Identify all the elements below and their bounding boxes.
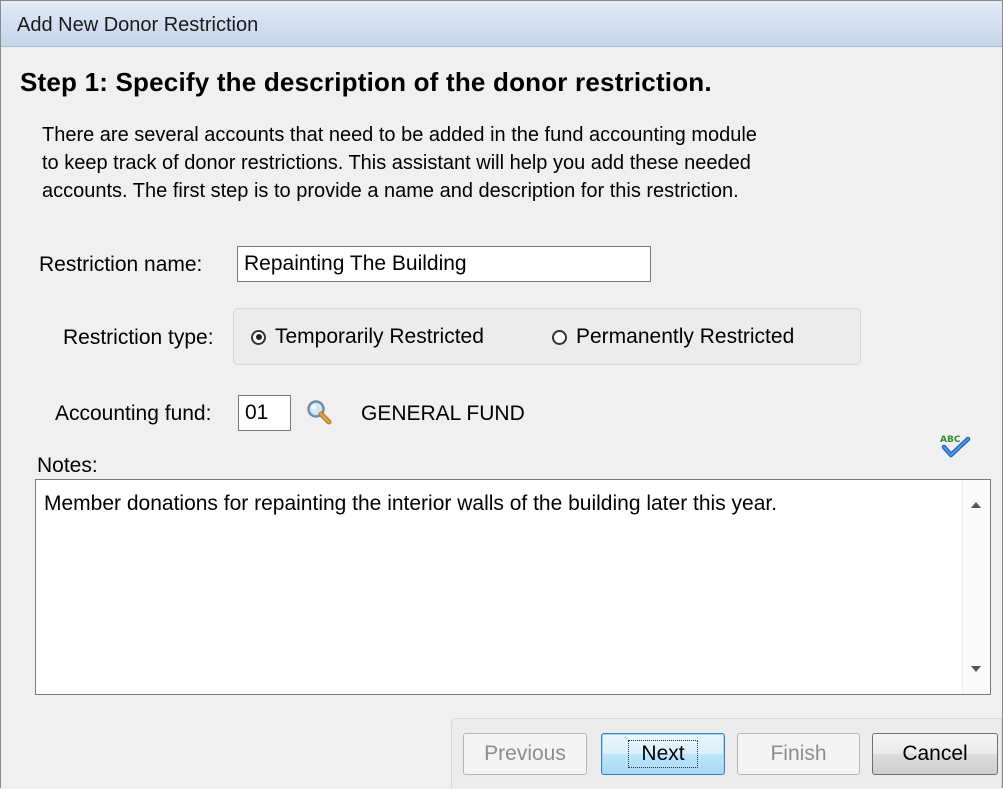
notes-scrollbar[interactable] bbox=[962, 480, 990, 694]
accounting-fund-input[interactable] bbox=[238, 395, 291, 431]
restriction-type-group: Temporarily Restricted Permanently Restr… bbox=[233, 308, 861, 365]
restriction-name-label: Restriction name: bbox=[39, 253, 203, 276]
radio-unselected-icon bbox=[552, 329, 567, 345]
intro-line: to keep track of donor restrictions. Thi… bbox=[42, 152, 751, 174]
next-button-label: Next bbox=[628, 740, 698, 768]
notes-text: Member donations for repainting the inte… bbox=[44, 492, 778, 515]
radio-label: Temporarily Restricted bbox=[275, 325, 484, 348]
magnifier-icon[interactable] bbox=[305, 398, 333, 426]
scroll-up-arrow-icon[interactable] bbox=[971, 502, 981, 508]
intro-line: There are several accounts that need to … bbox=[42, 124, 757, 146]
radio-label: Permanently Restricted bbox=[576, 325, 795, 348]
accounting-fund-name: GENERAL FUND bbox=[361, 402, 525, 425]
dialog-window: Add New Donor Restriction Step 1: Specif… bbox=[0, 0, 1003, 788]
restriction-type-label: Restriction type: bbox=[63, 326, 214, 349]
step-title: Step 1: Specify the description of the d… bbox=[20, 67, 712, 97]
spellcheck-icon[interactable]: ABC bbox=[938, 431, 974, 461]
radio-temporarily-restricted[interactable]: Temporarily Restricted bbox=[251, 325, 484, 349]
notes-textarea[interactable]: Member donations for repainting the inte… bbox=[35, 479, 991, 695]
title-bar: Add New Donor Restriction bbox=[1, 1, 1002, 47]
wizard-button-bar: Previous Next Finish Cancel bbox=[451, 718, 1002, 788]
cancel-button[interactable]: Cancel bbox=[872, 733, 998, 775]
previous-button[interactable]: Previous bbox=[463, 733, 587, 775]
window-title: Add New Donor Restriction bbox=[17, 14, 259, 36]
radio-selected-icon bbox=[251, 329, 266, 345]
svg-text:ABC: ABC bbox=[940, 435, 961, 445]
intro-text: There are several accounts that need to … bbox=[42, 121, 942, 205]
accounting-fund-label: Accounting fund: bbox=[55, 402, 212, 425]
next-button[interactable]: Next bbox=[601, 733, 725, 775]
radio-permanently-restricted[interactable]: Permanently Restricted bbox=[552, 325, 794, 349]
notes-label: Notes: bbox=[37, 454, 98, 477]
scroll-down-arrow-icon[interactable] bbox=[971, 666, 981, 672]
finish-button[interactable]: Finish bbox=[737, 733, 860, 775]
intro-line: accounts. The first step is to provide a… bbox=[42, 180, 739, 202]
restriction-name-input[interactable] bbox=[237, 246, 651, 282]
